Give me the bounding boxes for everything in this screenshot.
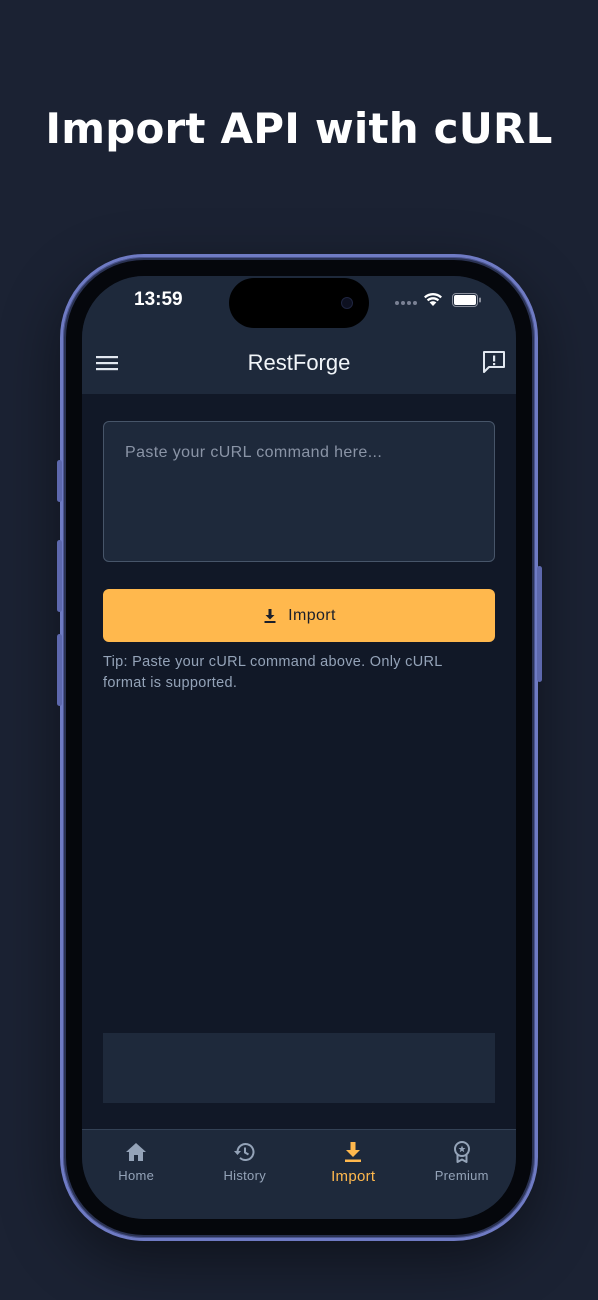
app-title: RestForge — [247, 350, 351, 375]
phone-volume-down-button — [57, 634, 62, 706]
phone-volume-up-button — [57, 540, 62, 612]
cellular-signal-icon — [395, 301, 417, 305]
phone-action-button — [57, 460, 62, 502]
battery-icon — [452, 293, 481, 307]
nav-history[interactable]: History — [191, 1130, 300, 1219]
nav-premium-label: Premium — [434, 1168, 489, 1183]
bottom-nav: Home History Import Premium — [82, 1129, 516, 1219]
history-icon — [233, 1143, 255, 1161]
tip-text: Tip: Paste your cURL command above. Only… — [103, 654, 443, 691]
front-camera — [341, 297, 353, 309]
curl-command-input[interactable] — [103, 421, 495, 562]
home-icon — [126, 1143, 147, 1161]
download-icon — [345, 1142, 362, 1162]
nav-import-label: Import — [331, 1168, 376, 1185]
feedback-icon[interactable] — [482, 350, 506, 374]
dynamic-island — [229, 278, 369, 328]
headline: Import API with cURL — [45, 104, 553, 153]
nav-import[interactable]: Import — [299, 1130, 408, 1219]
nav-premium[interactable]: Premium — [408, 1130, 517, 1219]
app-bar: RestForge — [82, 332, 516, 394]
status-bar: 13:59 — [82, 276, 516, 332]
wifi-icon — [424, 292, 442, 306]
premium-badge-icon — [453, 1141, 470, 1163]
phone-screen: 13:59 RestForge Paste your cURL command … — [82, 276, 516, 1219]
nav-home-label: Home — [118, 1168, 155, 1183]
phone-power-button — [537, 566, 542, 682]
import-button[interactable]: Import — [103, 589, 495, 642]
nav-home[interactable]: Home — [82, 1130, 191, 1219]
nav-history-label: History — [223, 1168, 267, 1183]
import-button-label: Import — [288, 606, 336, 624]
status-time: 13:59 — [134, 289, 183, 310]
ad-banner-placeholder — [103, 1033, 495, 1103]
download-icon — [264, 608, 276, 623]
